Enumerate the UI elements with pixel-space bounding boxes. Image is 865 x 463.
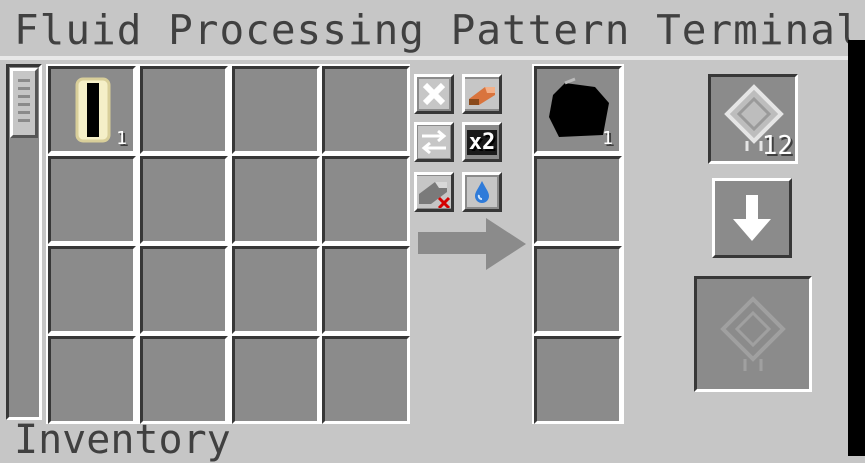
- crafting-slot[interactable]: [322, 336, 410, 424]
- crafting-slot[interactable]: [232, 246, 320, 334]
- crafting-slot[interactable]: [140, 156, 228, 244]
- crafting-slot[interactable]: [322, 66, 410, 154]
- output-slot[interactable]: [534, 156, 622, 244]
- output-slot[interactable]: [534, 246, 622, 334]
- item-fluid-toggle-icon: [417, 176, 451, 208]
- item-icon: [75, 77, 111, 143]
- clear-button[interactable]: [414, 74, 454, 114]
- blank-pattern-slot[interactable]: 12: [708, 74, 798, 164]
- pattern-count: 12: [761, 131, 793, 161]
- encoded-pattern-slot[interactable]: [694, 276, 812, 392]
- arrow-down-icon: [733, 195, 771, 241]
- connector: [648, 292, 698, 352]
- crafting-slot[interactable]: [140, 336, 228, 424]
- crafting-slot[interactable]: [232, 336, 320, 424]
- fluid-substitute-button[interactable]: [414, 172, 454, 212]
- crafting-slot[interactable]: 1: [48, 66, 136, 154]
- crafting-slot[interactable]: [140, 246, 228, 334]
- output-slot[interactable]: 1: [534, 66, 622, 154]
- multiply-icon: x2: [466, 129, 498, 155]
- encoded-pattern-icon: [720, 296, 786, 371]
- encode-button[interactable]: [712, 178, 792, 258]
- item-count: 1: [602, 128, 613, 149]
- panel-border: [0, 56, 848, 60]
- water-drop-icon: [467, 177, 497, 207]
- crafting-slot[interactable]: [48, 336, 136, 424]
- crafting-slot[interactable]: [232, 156, 320, 244]
- crafting-slot[interactable]: [322, 156, 410, 244]
- crafting-slot[interactable]: [322, 246, 410, 334]
- crafting-slot[interactable]: [48, 246, 136, 334]
- arrow-right-icon: [486, 218, 526, 270]
- swap-arrows-icon: [418, 126, 450, 158]
- window-title: Fluid Processing Pattern Terminal: [14, 6, 862, 54]
- substitute-button[interactable]: [462, 74, 502, 114]
- item-substitute-icon: [465, 79, 499, 109]
- window-edge: [848, 40, 865, 456]
- scroll-thumb[interactable]: [10, 68, 38, 138]
- swap-button[interactable]: [414, 122, 454, 162]
- inventory-label: Inventory: [14, 417, 231, 463]
- crafting-slot[interactable]: [140, 66, 228, 154]
- crafting-slot[interactable]: [232, 66, 320, 154]
- close-icon: [419, 79, 449, 109]
- multiply-button[interactable]: x2: [462, 122, 502, 162]
- process-arrow: [418, 232, 488, 254]
- crafting-slot[interactable]: [48, 156, 136, 244]
- output-slot[interactable]: [534, 336, 622, 424]
- fluid-first-button[interactable]: [462, 172, 502, 212]
- item-count: 1: [116, 128, 127, 149]
